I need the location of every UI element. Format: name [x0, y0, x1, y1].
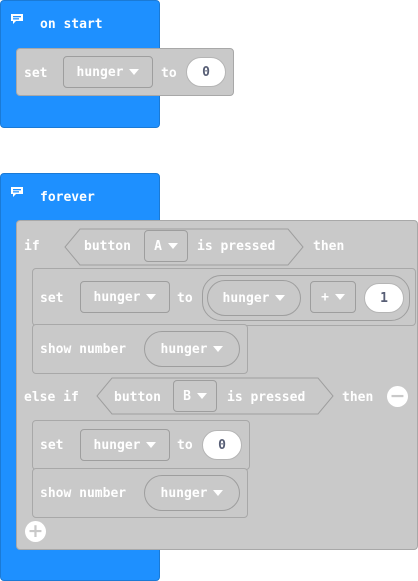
chevron-down-icon — [196, 393, 207, 399]
to-label: to — [177, 291, 193, 306]
show-number-label: show number — [40, 486, 127, 501]
button-dropdown-value: A — [154, 238, 162, 254]
else-if-label: else if — [24, 390, 79, 405]
variable-reporter-pill[interactable]: hunger — [144, 475, 240, 511]
value-input[interactable]: 0 — [202, 430, 242, 460]
chevron-down-icon — [167, 243, 178, 249]
button-label: button — [114, 390, 161, 405]
comment-icon[interactable] — [10, 186, 24, 198]
variable-reporter-value: hunger — [160, 485, 208, 501]
button-dropdown[interactable]: B — [173, 380, 217, 412]
then-label: then — [342, 390, 374, 405]
chevron-down-icon — [334, 294, 345, 300]
is-pressed-label: is pressed — [197, 239, 276, 254]
set-label: set — [40, 438, 64, 453]
button-dropdown-value: B — [183, 388, 191, 404]
plus-circle-icon[interactable]: + — [25, 521, 46, 542]
chevron-down-icon — [275, 295, 286, 301]
chevron-down-icon — [146, 294, 157, 300]
variable-dropdown-value: hunger — [76, 64, 124, 80]
variable-dropdown-value: hunger — [93, 289, 141, 305]
variable-dropdown[interactable]: hunger — [80, 429, 170, 461]
on-start-label: on start — [40, 17, 103, 32]
variable-reporter-pill[interactable]: hunger — [144, 331, 240, 367]
button-label: button — [84, 239, 131, 254]
variable-reporter-value: hunger — [222, 290, 270, 306]
to-label: to — [177, 438, 193, 453]
set-label: set — [40, 291, 64, 306]
variable-dropdown[interactable]: hunger — [63, 56, 153, 88]
operator-dropdown-value: + — [321, 289, 329, 305]
variable-reporter-value: hunger — [160, 341, 208, 357]
if-label: if — [24, 239, 40, 254]
then-label: then — [313, 239, 345, 254]
value-input[interactable]: 1 — [364, 283, 404, 313]
to-label: to — [161, 66, 177, 81]
variable-reporter-pill[interactable]: hunger — [207, 280, 301, 316]
is-pressed-label: is pressed — [227, 390, 306, 405]
operator-dropdown[interactable]: + — [310, 281, 356, 313]
chevron-down-icon — [146, 442, 157, 448]
forever-label: forever — [40, 190, 95, 205]
variable-dropdown[interactable]: hunger — [80, 281, 170, 313]
minus-circle-icon[interactable]: − — [387, 386, 408, 407]
variable-dropdown-value: hunger — [93, 437, 141, 453]
button-dropdown[interactable]: A — [144, 230, 188, 262]
set-label: set — [24, 66, 48, 81]
value-input[interactable]: 0 — [186, 57, 226, 87]
chevron-down-icon — [129, 69, 140, 75]
chevron-down-icon — [213, 346, 224, 352]
show-number-label: show number — [40, 342, 127, 357]
chevron-down-icon — [213, 490, 224, 496]
comment-icon[interactable] — [10, 13, 24, 25]
